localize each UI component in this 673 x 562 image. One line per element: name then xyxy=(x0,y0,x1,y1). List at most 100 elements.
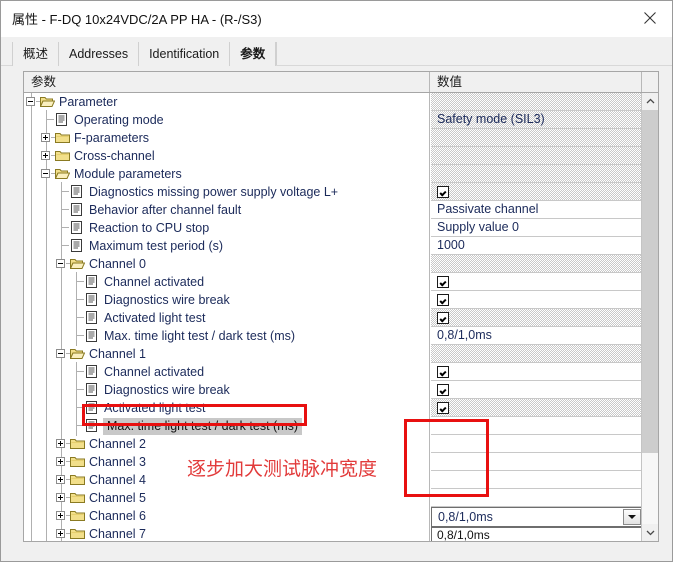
tree-item-label: Channel 2 xyxy=(89,437,146,451)
value-cell[interactable] xyxy=(431,273,643,291)
collapse-icon[interactable] xyxy=(24,93,41,112)
tab-addresses[interactable]: Addresses xyxy=(58,42,139,66)
expand-icon[interactable] xyxy=(54,452,71,472)
tree-guide xyxy=(39,434,54,454)
checkbox[interactable] xyxy=(437,366,449,378)
tree-item-label: Behavior after channel fault xyxy=(89,203,242,217)
scrollbar-thumb[interactable] xyxy=(642,110,658,453)
value-cell[interactable]: 0,8/1,0ms xyxy=(431,327,643,345)
tree-guide xyxy=(39,272,54,292)
tree-row[interactable]: Diagnostics wire break xyxy=(24,380,429,400)
tree-row[interactable]: Channel 5 xyxy=(24,488,429,508)
tree-guide xyxy=(24,434,39,454)
chevron-down-icon[interactable] xyxy=(623,509,641,525)
tree-guide xyxy=(54,272,69,292)
tree-row[interactable]: Channel 6 xyxy=(24,506,429,526)
value-cell[interactable]: 1000 xyxy=(431,237,643,255)
expand-icon[interactable] xyxy=(54,506,71,526)
tree-row[interactable]: Parameter xyxy=(24,93,429,112)
value-cell[interactable] xyxy=(431,435,643,453)
combo-dropdown-list[interactable]: 0,8/1,0ms1,4/5,0ms2,0/10,0ms3,0/15,0ms4,… xyxy=(431,527,643,541)
tree-item-label: Diagnostics wire break xyxy=(104,293,230,307)
collapse-icon[interactable] xyxy=(39,164,56,184)
tree-guide xyxy=(39,416,54,436)
tree-row[interactable]: Channel 7 xyxy=(24,524,429,541)
expand-icon[interactable] xyxy=(54,470,71,490)
tree-row[interactable]: Channel activated xyxy=(24,362,429,382)
tree-item-label: Channel 4 xyxy=(89,473,146,487)
collapse-icon[interactable] xyxy=(54,344,71,364)
tree-item-label: Parameter xyxy=(59,95,118,109)
tab-parameters[interactable]: 参数 xyxy=(229,42,277,66)
tree-item-label: Max. time light test / dark test (ms) xyxy=(103,417,303,435)
expand-icon[interactable] xyxy=(54,524,71,541)
tree-guide xyxy=(24,254,39,274)
tab-overview[interactable]: 概述 xyxy=(12,42,59,66)
scroll-up-icon[interactable] xyxy=(642,93,658,110)
value-cell[interactable] xyxy=(431,381,643,399)
expand-icon[interactable] xyxy=(54,434,71,454)
value-cell-combo-placeholder[interactable] xyxy=(431,417,643,435)
tree-row[interactable]: Maximum test period (s) xyxy=(24,236,429,256)
max-time-light-dark-test-combo[interactable]: 0,8/1,0ms xyxy=(431,507,643,527)
expand-icon[interactable] xyxy=(39,146,56,166)
value-cell[interactable] xyxy=(431,489,643,507)
tab-identification[interactable]: Identification xyxy=(138,42,230,66)
tree-row[interactable]: Channel 1 xyxy=(24,344,429,364)
tree-item-label: Module parameters xyxy=(74,167,182,181)
value-cell[interactable] xyxy=(431,363,643,381)
tree-row[interactable]: Behavior after channel fault xyxy=(24,200,429,220)
tree-item-label: Diagnostics wire break xyxy=(104,383,230,397)
value-cell xyxy=(431,309,643,327)
tree-row[interactable]: Channel activated xyxy=(24,272,429,292)
value-cell[interactable]: Supply value 0 xyxy=(431,219,643,237)
value-cell xyxy=(431,147,643,165)
collapse-icon[interactable] xyxy=(54,254,71,274)
expand-icon[interactable] xyxy=(54,488,71,508)
tree-branch-line xyxy=(69,362,84,382)
tree-row[interactable]: Max. time light test / dark test (ms) xyxy=(24,326,429,346)
checkbox[interactable] xyxy=(437,276,449,288)
tree-row[interactable]: Cross-channel xyxy=(24,146,429,166)
tree-row[interactable]: Activated light test xyxy=(24,398,429,418)
scrollbar-track[interactable] xyxy=(642,110,658,524)
dropdown-option[interactable]: 0,8/1,0ms xyxy=(432,528,642,541)
vertical-scrollbar[interactable] xyxy=(641,93,658,541)
folder-closed-icon xyxy=(54,129,70,147)
value-cell[interactable] xyxy=(431,291,643,309)
close-icon[interactable] xyxy=(627,1,672,35)
tree-guide xyxy=(39,398,54,418)
parameter-item-icon xyxy=(69,219,85,237)
tree-row[interactable]: F-parameters xyxy=(24,128,429,148)
tree-item-label: Channel 7 xyxy=(89,527,146,541)
tree-item-label: Channel 0 xyxy=(89,257,146,271)
checkbox[interactable] xyxy=(437,384,449,396)
tree-row[interactable]: Diagnostics missing power supply voltage… xyxy=(24,182,429,202)
tree-guide xyxy=(54,308,69,328)
tree-row[interactable]: Channel 2 xyxy=(24,434,429,454)
tree-row[interactable]: Diagnostics wire break xyxy=(24,290,429,310)
tree-row[interactable]: Channel 0 xyxy=(24,254,429,274)
tree-row[interactable]: Operating mode xyxy=(24,110,429,130)
folder-closed-icon xyxy=(69,435,85,453)
expand-icon[interactable] xyxy=(39,128,56,148)
tree-item-label: F-parameters xyxy=(74,131,150,145)
tree-row[interactable]: Module parameters xyxy=(24,164,429,184)
tree-row[interactable]: Activated light test xyxy=(24,308,429,328)
value-cell[interactable] xyxy=(431,471,643,489)
checkbox[interactable] xyxy=(437,294,449,306)
folder-closed-icon xyxy=(69,525,85,541)
value-cell[interactable]: Passivate channel xyxy=(431,201,643,219)
value-cell xyxy=(431,93,643,111)
tree-item-label: Channel 3 xyxy=(89,455,146,469)
tree-row[interactable]: Reaction to CPU stop xyxy=(24,218,429,238)
value-column[interactable]: Safety mode (SIL3) Passivate channel Suppl… xyxy=(431,93,643,541)
scroll-down-icon[interactable] xyxy=(642,524,658,541)
tab-strip-filler xyxy=(276,42,302,66)
column-header-parameter[interactable]: 参数 xyxy=(24,72,430,92)
parameter-item-icon xyxy=(84,417,100,435)
tree-row[interactable]: Max. time light test / dark test (ms) xyxy=(24,416,429,436)
column-header-value[interactable]: 数值 xyxy=(430,72,642,92)
folder-open-icon xyxy=(69,345,85,363)
value-cell[interactable] xyxy=(431,453,643,471)
